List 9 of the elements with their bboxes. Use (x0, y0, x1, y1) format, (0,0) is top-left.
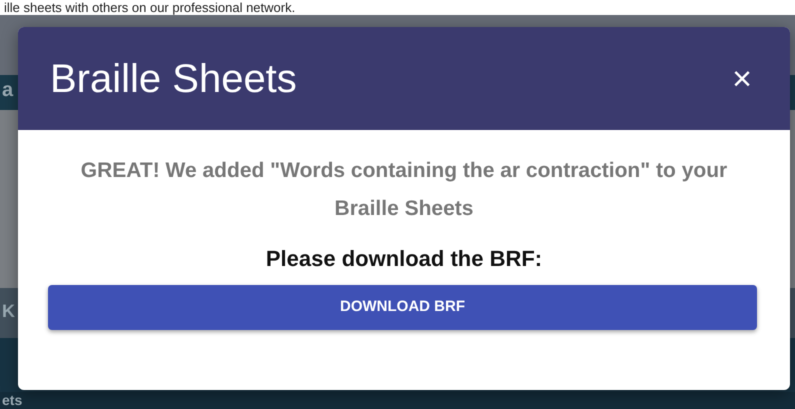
download-button[interactable]: DOWNLOAD BRF (48, 285, 757, 330)
modal-title: Braille Sheets (50, 56, 297, 102)
close-button[interactable]: × (728, 62, 756, 96)
download-prompt: Please download the BRF: (264, 245, 544, 273)
intro-text: ille sheets with others on our professional network. (4, 0, 296, 15)
text-fragment: K (2, 301, 15, 321)
heading-fragment: ets (2, 392, 22, 408)
success-message: GREAT! We added "Words containing the ar contraction" to your Braille Sheets (80, 158, 728, 222)
heading-fragment: a (2, 79, 14, 101)
